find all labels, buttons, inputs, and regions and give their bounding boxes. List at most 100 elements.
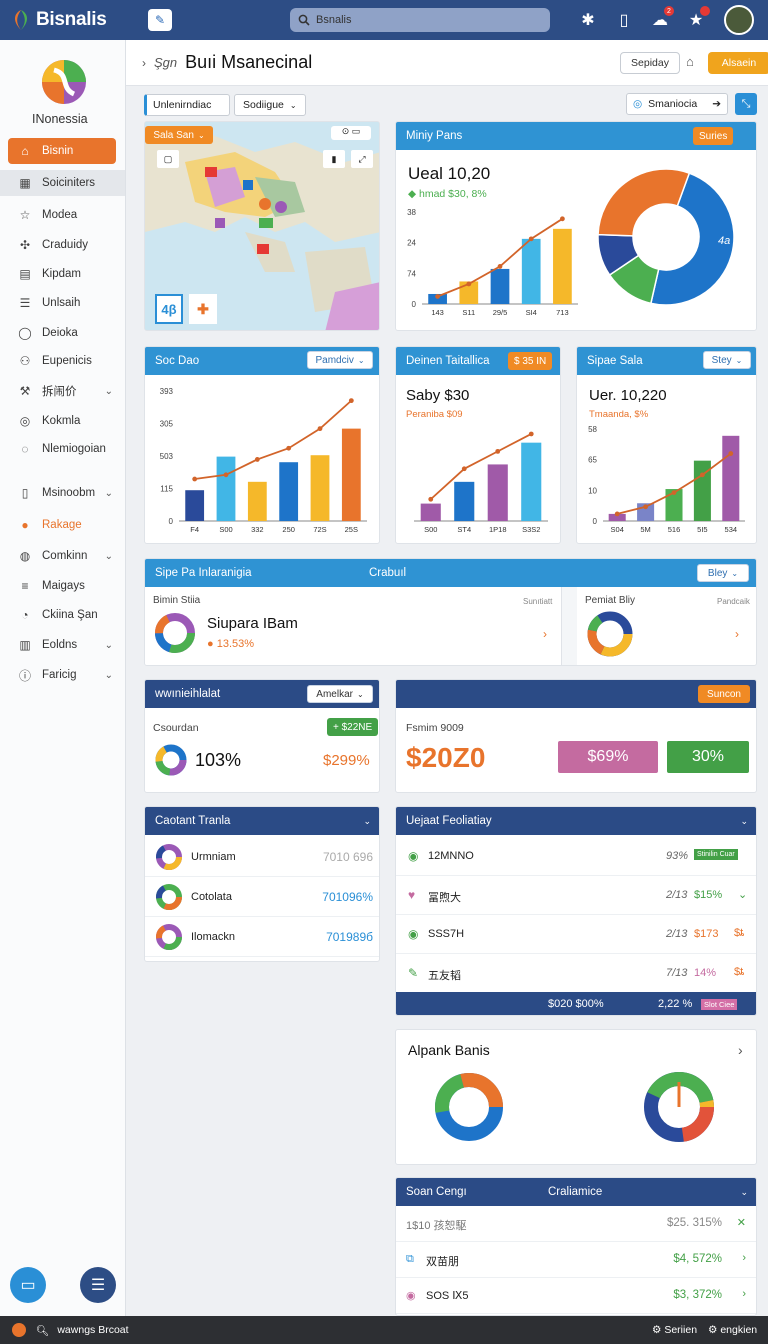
list-item[interactable]: Ilomackn 701989б — [145, 917, 379, 957]
table-row[interactable]: ◉ 12MNNO 93% Stinilin Cuar — [396, 837, 756, 876]
period-dropdown[interactable]: Stey ⌄ — [703, 351, 751, 369]
status-link-1[interactable]: ⚙ Seriien — [652, 1324, 697, 1336]
breakdown-right-panel[interactable]: Pemiat Bliy Pandcaik › — [577, 587, 756, 665]
card-action-chip[interactable]: Suries — [693, 127, 734, 145]
list-item[interactable]: 1$10 孩恕駆 $25. 315% ✕ — [396, 1206, 756, 1242]
stat-chip[interactable]: Suncon — [698, 685, 750, 703]
list-item-value: $25. 315% — [667, 1217, 722, 1229]
stat-card-right: Suncon Fsmim 9009 $20Z0 $69% 30% — [395, 679, 757, 793]
sidebar-item-6[interactable]: ☰ Unlsaih — [0, 290, 125, 316]
sidebar-item-3[interactable]: ☆ Modea — [0, 202, 125, 228]
table-row[interactable]: ♥ 冨煦大 2/13 $15% ⌄ — [396, 876, 756, 915]
menu-fab-button[interactable]: ☰ — [80, 1267, 116, 1303]
map-tile-b[interactable]: ✚ — [189, 294, 217, 324]
list-item[interactable]: Cotolata 701096% — [145, 877, 379, 917]
filter-field-1[interactable]: Unlenirndiac — [144, 94, 230, 116]
sidebar-item-11[interactable]: ◌ Nlemiogoian — [0, 436, 125, 462]
stat-dropdown[interactable]: Amelkar ⌄ — [307, 685, 373, 703]
dropdown-label: Stey — [711, 354, 732, 366]
filter-search-input[interactable]: ◎ Smaniocia ➔ — [626, 93, 728, 115]
close-icon[interactable]: ✕ — [737, 1216, 746, 1229]
sidebar-item-14[interactable]: ◍ Comkinn ⌄ — [0, 543, 125, 569]
secondary-button[interactable]: Sepiday — [620, 52, 680, 74]
table-row[interactable]: ✎ 五友韬 7/13 14% $ȶ — [396, 954, 756, 993]
primary-button[interactable]: Alsaein — [708, 52, 768, 74]
chevron-down-icon: ⌄ — [731, 568, 739, 578]
avatar[interactable] — [724, 5, 754, 35]
compose-button[interactable]: ✎ — [148, 9, 172, 31]
map-fullscreen-button[interactable]: ⤢ — [351, 150, 373, 168]
chevron-down-icon[interactable]: ⌄ — [740, 816, 748, 827]
sidebar-item-16[interactable]: ◔ Ckiina Şan — [0, 602, 125, 628]
filter-dropdown[interactable]: Sodiigue ⌄ — [234, 94, 306, 116]
breakdown-dropdown[interactable]: Bley ⌄ — [697, 564, 749, 582]
y-tick-label: 10 — [588, 486, 597, 495]
search-icon[interactable]: 🔍︎ — [36, 1324, 49, 1337]
list-item[interactable]: Urmniam 7010 696 — [145, 837, 379, 877]
bar-chart[interactable]: 0 115 503 305 393 F4 S00 332 250 72S 25S — [149, 383, 375, 539]
sidebar-item-13[interactable]: ● Rakage — [0, 512, 125, 538]
message-badge — [700, 6, 710, 16]
sidebar-item-9[interactable]: ⚒ 拆闹价 ⌄ — [0, 378, 125, 404]
search-icon — [298, 14, 310, 26]
chevron-right-icon[interactable]: › — [543, 627, 547, 641]
chevron-right-icon[interactable]: › — [742, 1288, 746, 1300]
chevron-down-icon[interactable]: ⌄ — [738, 888, 747, 901]
map-layer-chip[interactable]: Sala San ⌄ — [145, 126, 213, 144]
bar-chart[interactable]: 0 74 24 38 143 S11 29/5 SI4 713 — [400, 202, 590, 322]
stat-pink-button[interactable]: $69% — [558, 741, 658, 773]
home-fab-button[interactable]: ▭ — [10, 1267, 46, 1303]
notifications-icon[interactable]: ☁ 2 — [648, 6, 674, 32]
lock-icon[interactable]: ⌂ — [686, 54, 702, 70]
sidebar-item-1[interactable]: ⌂ Bisnin — [8, 138, 116, 164]
map-zoom-in-button[interactable]: ▢ — [157, 150, 179, 168]
x-tick-label: 534 — [725, 525, 738, 534]
bar-chart[interactable]: 0 10 65 58 S04 5M 516 5I5 534 — [581, 419, 753, 539]
sidebar-item-4[interactable]: ✣ Craduidy — [0, 232, 125, 258]
metric-value: Saby $30 — [406, 387, 470, 404]
phone-icon[interactable]: ▯ — [612, 8, 636, 32]
chevron-down-icon[interactable]: ⌄ — [740, 1187, 748, 1198]
search-input[interactable]: Bsnalis — [290, 8, 550, 32]
x-tick-label: S3S2 — [522, 525, 540, 534]
sidebar-item-17[interactable]: ▥ Eoldns ⌄ — [0, 632, 125, 658]
chevron-down-icon[interactable]: ⌄ — [363, 816, 371, 827]
settings-icon[interactable]: ✱ — [576, 8, 600, 32]
card-header: Sipe Pa Inlaranigia Crabuıl — [145, 559, 756, 587]
status-link-2[interactable]: ⚙ engkien — [708, 1324, 757, 1336]
chevron-right-icon[interactable]: › — [738, 1042, 743, 1058]
bar-chart[interactable]: S00 ST4 1P18 S3S2 — [400, 419, 558, 539]
chevron-right-icon[interactable]: › — [735, 627, 739, 641]
chevron-right-icon[interactable]: › — [742, 1252, 746, 1264]
donut-chart-left[interactable] — [432, 1070, 506, 1144]
info-icon: ⓘ — [18, 668, 31, 683]
table-row[interactable]: ◉ SSS7H 2/13 $173 $ȶ — [396, 915, 756, 954]
sidebar-item-15[interactable]: ≡ Maigays — [0, 573, 125, 599]
sidebar-item-10[interactable]: ◎ Kokmla — [0, 408, 125, 434]
pie-chart[interactable]: 4a — [596, 162, 736, 312]
messages-icon[interactable]: ★ — [684, 6, 710, 32]
sidebar-item-8[interactable]: ⚇ Eupenicis — [0, 348, 125, 374]
card-chip[interactable]: $ 35 IN — [508, 352, 553, 370]
list-item[interactable]: ◉ SOS Ⅸ5 $3, 372% › — [396, 1278, 756, 1314]
y-tick-label: 38 — [407, 208, 416, 217]
trend-point — [348, 398, 354, 404]
map-toggle[interactable]: ⊙ ▭ — [331, 126, 371, 140]
brand[interactable]: Bisnalis — [10, 8, 107, 32]
map-tile-a[interactable]: 4β — [155, 294, 183, 324]
list-item[interactable]: ⧉ 双苗朋 $4, 572% › — [396, 1242, 756, 1278]
sidebar-item-7[interactable]: ◯ Deioka — [0, 320, 125, 346]
stat-green-button[interactable]: 30% — [667, 741, 749, 773]
sidebar-item-12[interactable]: ▯ Msinoobm ⌄ — [0, 480, 125, 506]
list-donut-icon — [156, 844, 182, 870]
period-dropdown[interactable]: Pamdciv ⌄ — [307, 351, 373, 369]
sidebar-item-18[interactable]: ⓘ Faricig ⌄ — [0, 662, 125, 688]
expand-button[interactable]: ⤡ — [735, 93, 757, 115]
sidebar-item-5[interactable]: ▤ Kipdam — [0, 261, 125, 287]
map-pin-button[interactable]: ▮ — [323, 150, 345, 168]
sidebar-item-2[interactable]: ▦ Soiciniters — [0, 170, 125, 196]
donut-chart-right[interactable] — [640, 1068, 718, 1146]
chevron-right-icon[interactable]: › — [142, 56, 146, 70]
map-card[interactable]: Sala San ⌄ ⊙ ▭ ▢ ▮ ⤢ 4β ✚ — [144, 121, 380, 331]
breakdown-left-panel[interactable]: Bimin Stiia Sunıtiatt Siupara IBam ● 13.… — [145, 587, 562, 665]
